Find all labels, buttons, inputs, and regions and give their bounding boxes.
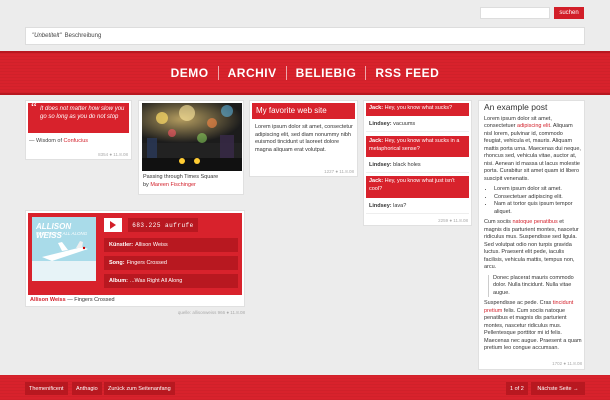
chat-post: Jack: Hey, you know what sucks? Lindsey:…: [363, 100, 472, 226]
album-cover-subtitle: WAS RIGHT ALL ALONG: [36, 231, 88, 236]
main-nav: DEMO ARCHIV BELIEBIG RSS FEED: [0, 64, 610, 82]
photo-post: Passing through Times Square by Mareen F…: [138, 100, 244, 195]
post-link[interactable]: natoque penatibus: [512, 219, 557, 225]
chat-text: Hey, you know what sucks?: [384, 105, 453, 111]
quote-source-prefix: — Wisdom of: [29, 138, 63, 144]
chat-line: Jack: Hey, you know what sucks in a meta…: [366, 136, 469, 157]
chat-speaker: Lindsey:: [369, 121, 392, 127]
chat-speaker: Jack:: [369, 138, 384, 144]
times-square-photo[interactable]: [142, 103, 242, 171]
chat-text: Hey, you know what sucks in a metaphoric…: [369, 138, 460, 152]
blog-title-bar: "Unbetitelt" Beschreibung: [25, 27, 585, 45]
search-button[interactable]: suchen: [554, 7, 584, 19]
play-count: 683.225 aufrufe: [128, 218, 198, 232]
post-meta[interactable]: 1702 ● 11.8.08: [478, 361, 582, 366]
post-meta[interactable]: 1227 ● 11.8.08: [324, 169, 354, 174]
text-post-content: An example post Lorem ipsum dolor sit am…: [484, 103, 582, 356]
chat-line: Jack: Hey, you know what sucks?: [366, 103, 469, 116]
chat-speaker: Jack:: [369, 178, 384, 184]
post-text: Suspendisse ac pede. Cras: [484, 300, 552, 306]
pagination-indicator: 1 of 2: [506, 382, 528, 395]
play-button[interactable]: [104, 218, 122, 232]
chat-line: Lindsey: lava?: [366, 201, 469, 214]
audio-caption: Allison Weiss — Fingers Crossed: [30, 297, 115, 303]
photo-caption-by: by: [143, 181, 149, 188]
nav-rss-feed[interactable]: RSS FEED: [366, 66, 448, 80]
audio-artist-link[interactable]: Allison Weiss: [30, 297, 66, 303]
post-text: et magnis dis parturient montes, nascetu…: [484, 219, 579, 270]
post-paragraph: Suspendisse ac pede. Cras tincidunt pret…: [484, 300, 582, 353]
post-blockquote: Donec placerat mauris commodo dolor. Nul…: [488, 274, 582, 297]
next-page-button[interactable]: Nächste Seite →: [531, 382, 585, 395]
audio-info-label: Künstler:: [109, 242, 134, 248]
quote-source-link[interactable]: Confucius: [64, 138, 88, 144]
quote-post: “ It does not matter how slow you go so …: [25, 100, 132, 160]
chat-text: lava?: [393, 203, 407, 209]
photo-author-link[interactable]: Mareen Fischinger: [150, 182, 196, 188]
chat-text: black holes: [393, 162, 421, 168]
audio-caption-rest: — Fingers Crossed: [67, 297, 115, 303]
list-item: Nam at tortor quis ipsum tempor aliquet.: [494, 201, 582, 216]
post-meta[interactable]: quelle: allisonweiss 966 ● 11.8.08: [25, 310, 245, 315]
audio-info-album: Album: ...Was Right All Along: [104, 274, 238, 288]
audio-info-label: Song:: [109, 260, 125, 266]
chat-speaker: Jack:: [369, 105, 384, 111]
album-cover: ALLISON WEISS WAS RIGHT ALL ALONG: [32, 217, 96, 281]
list-item: Consectetuer adipiscing elit.: [494, 194, 582, 202]
play-icon: [110, 221, 116, 229]
post-text: Cum sociis: [484, 219, 511, 225]
chat-text: vacuums: [393, 121, 416, 127]
footer-link-anthagio[interactable]: Anthagio: [72, 382, 102, 395]
audio-info-value: Fingers Crossed: [126, 260, 167, 266]
link-post: My favorite web site Lorem ipsum dolor s…: [249, 100, 358, 177]
nav-demo[interactable]: DEMO: [162, 66, 218, 80]
quote-mark-icon: “: [31, 99, 37, 114]
chat-line: Jack: Hey, you know what just isn't cool…: [366, 176, 469, 198]
back-to-top-link[interactable]: Zurück zum Seitenanfang: [104, 382, 175, 395]
chat-speaker: Lindsey:: [369, 162, 392, 168]
audio-info-song: Song: Fingers Crossed: [104, 256, 238, 270]
chat-speaker: Lindsey:: [369, 203, 392, 209]
audio-info-label: Album:: [109, 278, 128, 284]
post-list: Lorem ipsum dolor sit amet. Consectetuer…: [494, 186, 582, 216]
post-paragraph: Lorem ipsum dolor sit amet, consectetuer…: [484, 116, 582, 184]
text-post: An example post Lorem ipsum dolor sit am…: [478, 100, 585, 370]
post-meta[interactable]: 8354 ● 11.8.08: [98, 152, 128, 157]
chat-line: Lindsey: black holes: [366, 160, 469, 173]
link-post-title[interactable]: My favorite web site: [252, 103, 355, 119]
post-text: . Aliquam nisl lorem, pulvinar id, commo…: [484, 123, 581, 182]
post-paragraph: Cum sociis natoque penatibus et magnis d…: [484, 219, 582, 272]
nav-archiv[interactable]: ARCHIV: [219, 66, 286, 80]
footer-link-themenificent[interactable]: Themenificent: [25, 382, 68, 395]
post-title[interactable]: An example post: [484, 103, 582, 112]
photo-caption-title: Passing through Times Square: [143, 174, 219, 180]
blog-title[interactable]: "Unbetitelt": [32, 33, 62, 39]
quote-source: — Wisdom of Confucius: [29, 138, 88, 144]
chat-line: Lindsey: vacuums: [366, 119, 469, 132]
post-meta[interactable]: 2259 ● 11.8.08: [438, 218, 468, 223]
post-text: felis. Cum sociis natoque penatibus et m…: [484, 307, 582, 352]
audio-player: ALLISON WEISS WAS RIGHT ALL ALONG 683.22…: [28, 213, 242, 295]
quote-box: “ It does not matter how slow you go so …: [28, 99, 129, 133]
audio-info-value: Allison Weiss: [135, 242, 168, 248]
quote-text: It does not matter how slow you go so lo…: [40, 106, 125, 120]
photo-caption: Passing through Times Square by Mareen F…: [143, 174, 218, 189]
blog-description: Beschreibung: [64, 33, 102, 39]
audio-post: ALLISON WEISS WAS RIGHT ALL ALONG 683.22…: [25, 210, 245, 307]
search-input[interactable]: [480, 7, 550, 19]
link-post-body: Lorem ipsum dolor sit amet, consectetur …: [255, 124, 353, 153]
post-link[interactable]: adipiscing elit: [517, 123, 550, 129]
audio-info-value: ...Was Right All Along: [129, 278, 183, 284]
audio-info-artist: Künstler: Allison Weiss: [104, 238, 238, 252]
list-item: Lorem ipsum dolor sit amet.: [494, 186, 582, 194]
nav-beliebig[interactable]: BELIEBIG: [287, 66, 366, 80]
